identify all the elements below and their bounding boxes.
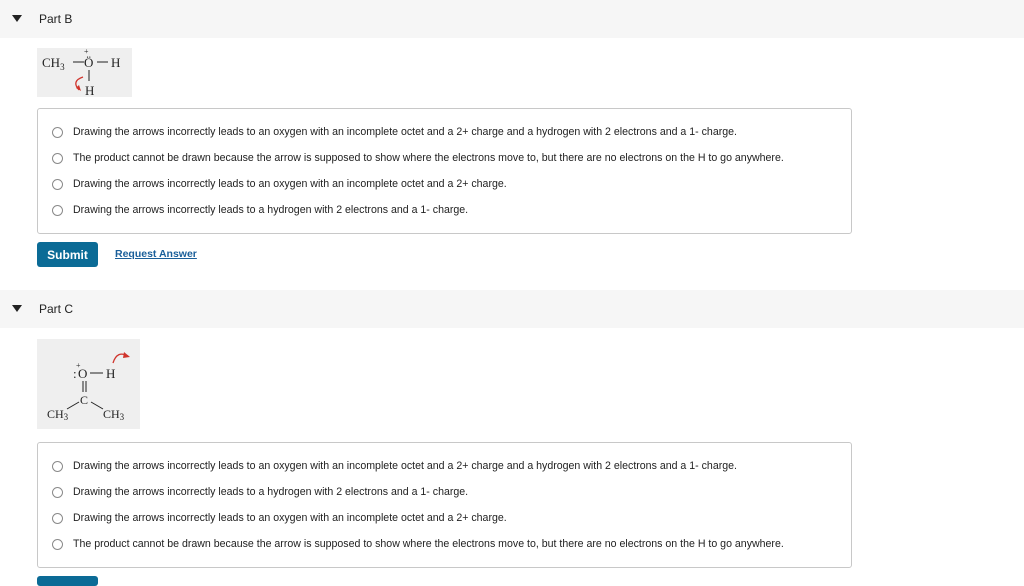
part-c-choices: Drawing the arrows incorrectly leads to … <box>37 442 852 568</box>
choice-text: Drawing the arrows incorrectly leads to … <box>73 178 507 190</box>
ch3-label: CH3 <box>103 407 125 422</box>
choice-item[interactable]: The product cannot be drawn because the … <box>52 150 784 166</box>
part-b-header[interactable]: Part B <box>0 0 1024 38</box>
radio-button[interactable] <box>52 538 63 550</box>
choice-text: Drawing the arrows incorrectly leads to … <box>73 126 737 138</box>
choice-item[interactable]: Drawing the arrows incorrectly leads to … <box>52 484 468 500</box>
radio-button[interactable] <box>52 512 63 524</box>
choice-text: Drawing the arrows incorrectly leads to … <box>73 512 507 524</box>
radio-button[interactable] <box>52 486 63 498</box>
part-c-molecule: + : O H C CH3 CH3 <box>37 339 140 429</box>
radio-button[interactable] <box>52 460 63 472</box>
choice-item[interactable]: Drawing the arrows incorrectly leads to … <box>52 458 737 474</box>
submit-button[interactable]: Submit <box>37 242 98 267</box>
choice-text: The product cannot be drawn because the … <box>73 152 784 164</box>
hydrogen-label: H <box>106 366 115 381</box>
choice-item[interactable]: Drawing the arrows incorrectly leads to … <box>52 202 468 218</box>
submit-button[interactable] <box>37 576 98 586</box>
oxygen-label: O <box>78 366 87 381</box>
ch3-label: CH3 <box>42 55 65 72</box>
radio-button[interactable] <box>52 126 63 138</box>
hydrogen-label: H <box>85 83 94 97</box>
choice-item[interactable]: Drawing the arrows incorrectly leads to … <box>52 510 507 526</box>
choice-item[interactable]: Drawing the arrows incorrectly leads to … <box>52 176 507 192</box>
lone-pair-dots: : <box>73 366 77 381</box>
choice-text: Drawing the arrows incorrectly leads to … <box>73 460 737 472</box>
bond-line <box>66 401 80 410</box>
request-answer-link[interactable]: Request Answer <box>115 248 197 260</box>
carbon-label: C <box>80 393 88 407</box>
oxygen-label: Ö <box>84 55 93 70</box>
hydrogen-label: H <box>111 55 120 70</box>
part-b-molecule: CH3 + Ö H H <box>37 47 132 98</box>
radio-button[interactable] <box>52 204 63 216</box>
part-c-title: Part C <box>39 302 74 316</box>
choice-item[interactable]: Drawing the arrows incorrectly leads to … <box>52 124 737 140</box>
part-c-structure: + : O H C CH3 CH3 <box>47 352 130 422</box>
choice-text: The product cannot be drawn because the … <box>73 538 784 550</box>
radio-button[interactable] <box>52 178 63 190</box>
bond-line <box>90 401 104 410</box>
radio-button[interactable] <box>52 152 63 164</box>
collapse-caret-icon[interactable] <box>12 305 22 312</box>
choice-text: Drawing the arrows incorrectly leads to … <box>73 204 469 216</box>
choice-item[interactable]: The product cannot be drawn because the … <box>52 536 784 552</box>
part-b-structure: CH3 + Ö H H <box>42 47 120 98</box>
ch3-label: CH3 <box>47 407 69 422</box>
part-b-title: Part B <box>39 12 73 26</box>
part-b-choices: Drawing the arrows incorrectly leads to … <box>37 108 852 234</box>
arrow-head-icon <box>123 352 130 358</box>
collapse-caret-icon[interactable] <box>12 15 22 22</box>
part-c-header[interactable]: Part C <box>0 290 1024 328</box>
choice-text: Drawing the arrows incorrectly leads to … <box>73 486 469 498</box>
